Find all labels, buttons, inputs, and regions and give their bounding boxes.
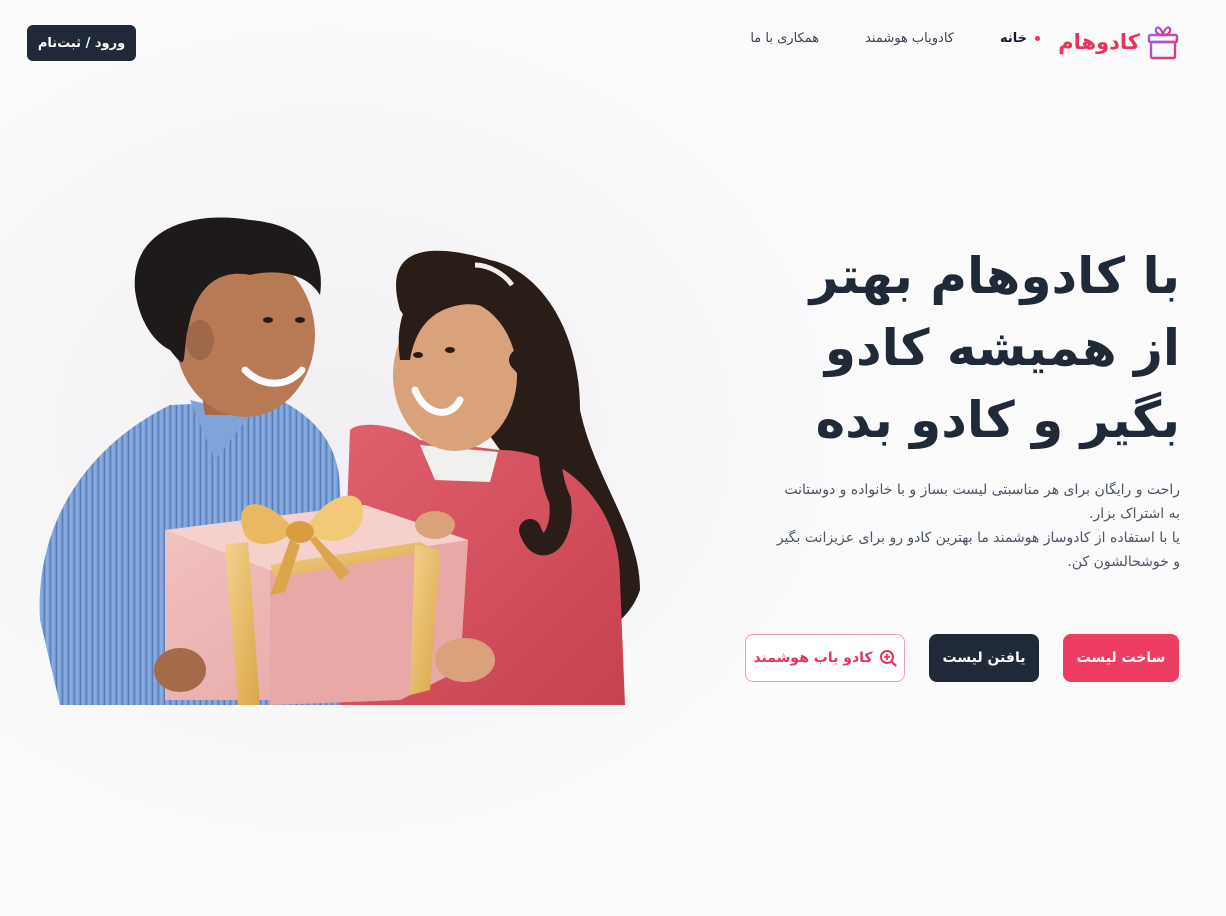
hero-image [39,217,640,705]
hero-section: با کادوهام بهتر از همیشه کادو بگیر و کاد… [740,240,1180,574]
create-list-button[interactable]: ساخت لیست [1063,634,1179,682]
nav-item-label: همکاری با ما [750,31,820,46]
search-plus-icon [879,650,897,667]
logo[interactable]: کادوهام [1058,24,1180,60]
hero-desc-line: و خوشحالشون کن. [1067,554,1180,570]
hero-description: راحت و رایگان برای هر مناسبتی لیست بساز … [740,478,1180,574]
page: کادوهام خانه کادویاب هوشمند همکاری با ما… [0,0,1226,916]
hero-desc-line: به اشتراک بزار. [1088,506,1180,522]
hero-title-line: بگیر و کادو بده [815,391,1180,449]
smart-gift-finder-label: کادو یاب هوشمند [753,650,873,666]
find-list-button[interactable]: یافتن لیست [929,634,1039,682]
active-dot-icon [1035,36,1040,41]
nav-item-label: کادویاب هوشمند [865,31,954,46]
nav-item-smart-gift-finder[interactable]: کادویاب هوشمند [865,31,954,46]
nav-item-cooperate[interactable]: همکاری با ما [750,31,819,46]
hero-desc-line: راحت و رایگان برای هر مناسبتی لیست بساز … [784,482,1180,498]
main-nav: خانه کادویاب هوشمند همکاری با ما [704,31,1040,46]
logo-text: کادوهام [1058,30,1140,54]
smart-gift-finder-button[interactable]: کادو یاب هوشمند [745,634,905,682]
hero-title-line: از همیشه کادو [824,319,1180,377]
hero-title-line: با کادوهام بهتر [809,247,1180,305]
hero-title: با کادوهام بهتر از همیشه کادو بگیر و کاد… [740,240,1180,456]
site-header: کادوهام خانه کادویاب هوشمند همکاری با ما… [0,0,1226,86]
nav-item-home[interactable]: خانه [1000,31,1040,46]
hero-desc-line: یا با استفاده از کادوساز هوشمند ما بهتری… [776,530,1180,546]
nav-item-label: خانه [999,31,1027,46]
gift-icon [1147,26,1179,60]
login-register-button[interactable]: ورود / ثبت‌نام [27,25,136,61]
